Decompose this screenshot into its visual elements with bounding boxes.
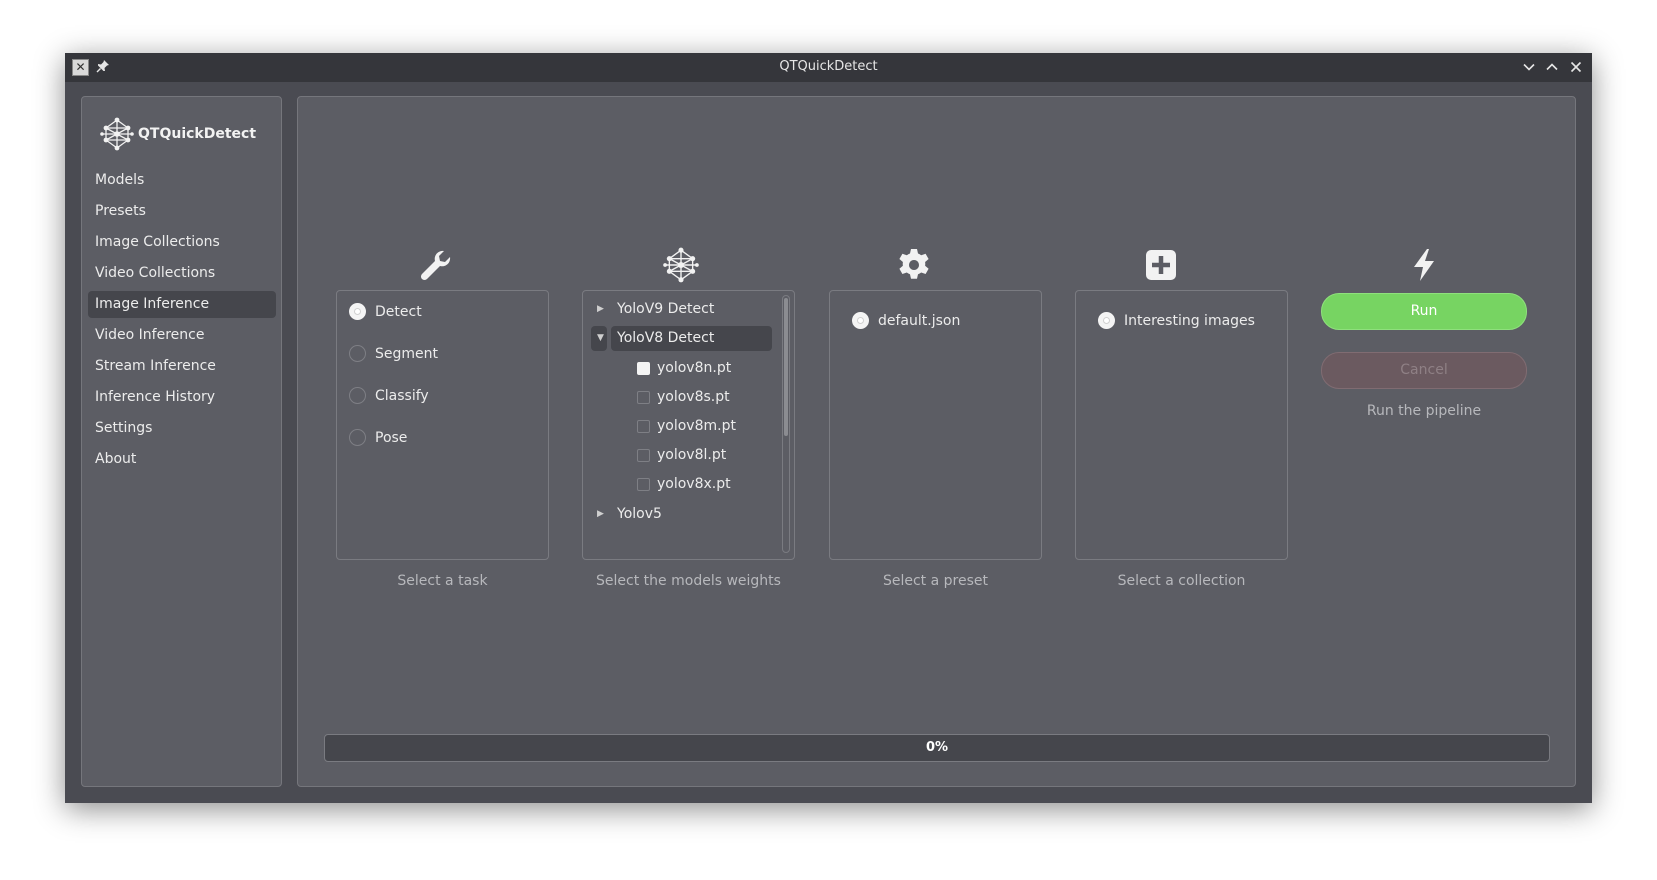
collapse-arrow-icon[interactable]: ▼ [597,325,604,352]
app-window: ✕ QTQuickDetect QTQuickDetect Models Pre… [65,53,1592,803]
tree-group-yolov9-detect[interactable]: ▶ YoloV9 Detect [587,296,773,323]
task-caption: Select a task [397,573,488,589]
maximize-chevron-icon[interactable] [1545,60,1559,74]
app-name: QTQuickDetect [138,126,257,142]
checkbox[interactable] [637,478,650,491]
checkbox[interactable] [637,420,650,433]
cancel-button[interactable]: Cancel [1321,352,1527,389]
task-panel: Detect Segment Classify Pose [336,290,549,560]
sidebar-item-stream-inference[interactable]: Stream Inference [88,353,276,380]
checkbox[interactable] [637,449,650,462]
collection-option-interesting-images[interactable]: Interesting images [1098,312,1255,329]
radio-checked[interactable] [852,312,869,329]
task-option-label: Detect [375,303,422,320]
task-option-label: Pose [375,429,408,446]
close-icon[interactable] [1569,60,1583,74]
preset-option-default[interactable]: default.json [852,312,960,329]
tree-item-weight[interactable]: yolov8l.pt [587,442,773,469]
task-option-label: Segment [375,345,438,362]
sidebar: QTQuickDetect Models Presets Image Colle… [81,96,282,787]
tree-item-weight[interactable]: yolov8m.pt [587,413,773,440]
radio[interactable] [349,429,366,446]
collection-option-label: Interesting images [1124,312,1255,329]
checkbox[interactable] [637,391,650,404]
task-option-detect[interactable]: Detect [349,303,422,320]
radio-checked[interactable] [1098,312,1115,329]
lightning-icon [1414,249,1434,281]
sidebar-item-image-collections[interactable]: Image Collections [88,229,276,256]
task-option-label: Classify [375,387,429,404]
sidebar-item-models[interactable]: Models [88,167,276,194]
plus-square-icon [1146,250,1176,280]
app-logo: QTQuickDetect [100,117,256,151]
sidebar-item-settings[interactable]: Settings [88,415,276,442]
weight-label: yolov8x.pt [657,476,731,492]
tree-item-weight[interactable]: yolov8n.pt [587,355,773,382]
sidebar-item-presets[interactable]: Presets [88,198,276,225]
scrollbar-thumb[interactable] [784,298,788,436]
tree-group-yolov8-detect[interactable]: ▼ YoloV8 Detect [587,325,773,352]
preset-panel: default.json [829,290,1042,560]
minimize-chevron-icon[interactable] [1522,60,1536,74]
neural-network-icon [100,117,134,151]
weight-label: yolov8m.pt [657,418,736,434]
tree-group-label: Yolov5 [617,506,662,522]
models-tree: ▶ YoloV9 Detect ▼ YoloV8 Detect yolov8n.… [587,295,773,555]
weight-label: yolov8l.pt [657,447,727,463]
radio[interactable] [349,387,366,404]
task-option-pose[interactable]: Pose [349,429,407,446]
tree-group-label: YoloV9 Detect [617,301,715,317]
gear-icon [899,249,929,279]
radio-checked[interactable] [349,303,366,320]
sidebar-item-video-collections[interactable]: Video Collections [88,260,276,287]
weight-label: yolov8s.pt [657,389,730,405]
sidebar-item-inference-history[interactable]: Inference History [88,384,276,411]
tree-item-weight[interactable]: yolov8s.pt [587,384,773,411]
task-option-classify[interactable]: Classify [349,387,429,404]
preset-option-label: default.json [878,312,961,329]
radio[interactable] [349,345,366,362]
expand-arrow-icon[interactable]: ▶ [597,296,604,323]
title-bar: ✕ QTQuickDetect [65,53,1592,82]
sidebar-item-image-inference[interactable]: Image Inference [88,291,276,318]
neural-network-icon [663,247,699,283]
sidebar-item-about[interactable]: About [88,446,276,473]
collection-caption: Select a collection [1117,573,1246,589]
image-inference-page: Detect Segment Classify Pose Select a ta… [297,96,1576,787]
tree-group-yolov5[interactable]: ▶ Yolov5 [587,501,773,528]
run-caption: Run the pipeline [1366,403,1482,419]
window-title: QTQuickDetect [779,59,878,74]
expand-arrow-icon[interactable]: ▶ [597,501,604,528]
progress-text: 0% [925,740,949,755]
preset-caption: Select a preset [882,573,988,589]
weight-label: yolov8n.pt [657,360,732,376]
tree-item-weight[interactable]: yolov8x.pt [587,471,773,498]
progress-bar: 0% [324,734,1550,762]
checkbox-checked[interactable] [637,362,650,375]
models-tree-panel: ▶ YoloV9 Detect ▼ YoloV8 Detect yolov8n.… [582,290,795,560]
sidebar-item-video-inference[interactable]: Video Inference [88,322,276,349]
run-button[interactable]: Run [1321,293,1527,330]
tree-group-label: YoloV8 Detect [617,330,715,346]
task-option-segment[interactable]: Segment [349,345,438,362]
sidebar-nav: Models Presets Image Collections Video C… [88,167,276,477]
models-scrollbar[interactable] [782,295,790,553]
wrench-icon [420,250,451,281]
models-caption: Select the models weights [596,573,781,589]
collection-panel: Interesting images [1075,290,1288,560]
